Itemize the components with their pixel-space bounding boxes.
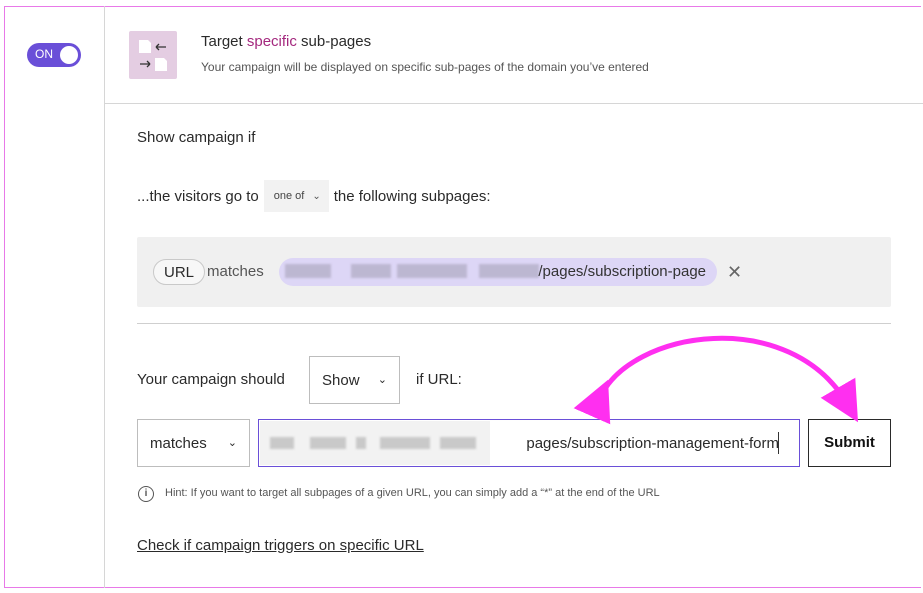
rule-row: URL matches /pages/subscription-page ✕: [137, 237, 891, 307]
pages-swap-icon: [129, 31, 177, 79]
condition-select-value: one of: [273, 190, 305, 202]
submit-button[interactable]: Submit: [808, 419, 891, 467]
redacted-text: [397, 264, 467, 278]
header-divider: [104, 103, 923, 104]
redacted-text: [479, 264, 539, 278]
chevron-down-icon: ⌄: [312, 190, 321, 202]
condition-select[interactable]: one of ⌄: [263, 180, 329, 212]
show-campaign-heading: Show campaign if: [137, 129, 256, 146]
option-title: Target specific sub-pages: [201, 33, 372, 50]
redacted-url: [260, 421, 490, 465]
rule-value-chip[interactable]: /pages/subscription-page: [279, 258, 717, 286]
redacted-text: [356, 437, 366, 449]
hint-text: Hint: If you want to target all subpages…: [165, 487, 660, 499]
redacted-text: [440, 437, 476, 449]
redacted-text: [380, 437, 430, 449]
toggle-knob: [60, 46, 78, 64]
redacted-text: [310, 437, 346, 449]
url-input-value: pages/subscription-management-form: [526, 435, 779, 452]
redacted-text: [285, 264, 331, 278]
check-url-trigger-link[interactable]: Check if campaign triggers on specific U…: [137, 537, 424, 554]
remove-rule-icon[interactable]: ✕: [727, 262, 742, 282]
option-description: Your campaign will be displayed on speci…: [201, 60, 649, 74]
rule-field-chip[interactable]: URL: [153, 259, 206, 285]
rule-operator: matches: [207, 263, 264, 280]
redacted-text: [270, 437, 294, 449]
campaign-should-label: Your campaign should: [137, 371, 285, 388]
chevron-down-icon: ⌄: [227, 437, 237, 449]
section-divider: [137, 323, 891, 324]
rule-value-text: /pages/subscription-page: [538, 263, 706, 280]
option-title-highlight: specific: [246, 33, 297, 50]
match-type-value: matches: [150, 435, 207, 452]
visitors-suffix: the following subpages:: [333, 187, 491, 205]
info-icon: i: [138, 486, 154, 502]
text-caret: [778, 432, 779, 454]
if-url-label: if URL:: [416, 371, 462, 388]
visitors-condition-line: ...the visitors go to one of ⌄ the follo…: [137, 180, 491, 212]
url-input[interactable]: pages/subscription-management-form: [258, 419, 800, 467]
match-type-select[interactable]: matches ⌄: [137, 419, 250, 467]
action-select[interactable]: Show ⌄: [309, 356, 400, 404]
toggle-label: ON: [35, 47, 53, 61]
toggle-column: [4, 6, 105, 588]
chevron-down-icon: ⌄: [377, 374, 387, 386]
on-off-toggle[interactable]: ON: [27, 43, 81, 67]
redacted-text: [351, 264, 391, 278]
visitors-prefix: ...the visitors go to: [137, 187, 259, 205]
action-select-value: Show: [322, 372, 360, 389]
